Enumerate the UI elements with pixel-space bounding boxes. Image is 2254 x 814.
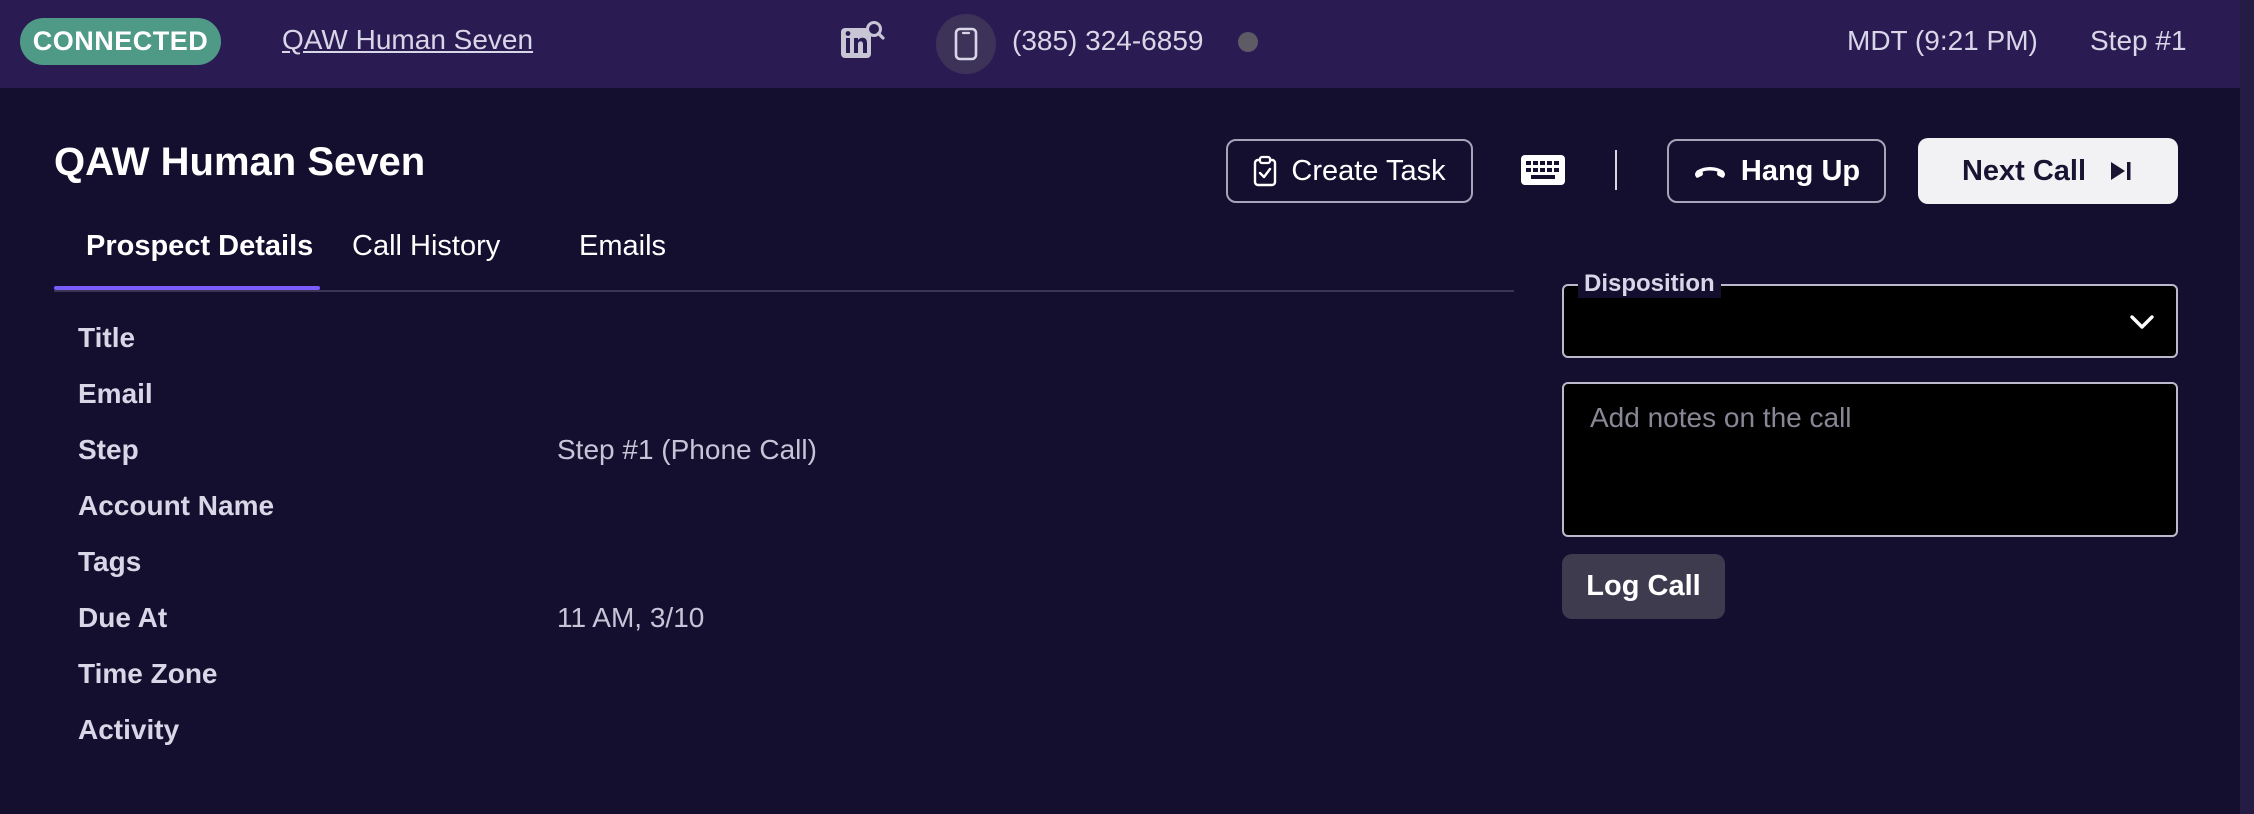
chevron-down-icon: [2130, 315, 2154, 329]
detail-row-activity: Activity: [78, 708, 978, 764]
detail-label: Tags: [78, 546, 142, 577]
call-status-dot: [1238, 32, 1258, 52]
window-edge: [2240, 0, 2254, 814]
prospect-timezone: MDT (9:21 PM): [1847, 25, 2038, 56]
detail-row-account-name: Account Name: [78, 484, 978, 540]
hang-up-button[interactable]: Hang Up: [1667, 139, 1886, 203]
phone-device-button[interactable]: [936, 14, 996, 74]
tab-prospect-details[interactable]: Prospect Details: [86, 230, 313, 263]
prospect-name-link[interactable]: QAW Human Seven: [282, 24, 533, 56]
top-bar: CONNECTED QAW Human Seven (385) 324-6859…: [0, 0, 2254, 88]
toolbar-divider: [1615, 150, 1617, 190]
clipboard-check-icon: [1254, 155, 1277, 187]
detail-label: Email: [78, 378, 153, 409]
hang-up-icon: [1694, 167, 1725, 178]
mobile-phone-icon: [954, 27, 978, 61]
disposition-label: Disposition: [1578, 270, 1721, 298]
detail-row-step: Step Step #1 (Phone Call): [78, 428, 978, 484]
detail-label: Due At: [78, 602, 168, 633]
tab-emails[interactable]: Emails: [579, 230, 666, 263]
page-title: QAW Human Seven: [54, 140, 426, 184]
connection-status-badge: CONNECTED: [20, 18, 221, 65]
skip-next-icon: [2111, 162, 2131, 180]
next-call-button[interactable]: Next Call: [1918, 138, 2178, 204]
detail-label: Title: [78, 322, 136, 353]
detail-row-email: Email: [78, 372, 978, 428]
detail-label: Step: [78, 434, 139, 465]
detail-row-tags: Tags: [78, 540, 978, 596]
next-call-label: Next Call: [1961, 154, 2087, 187]
current-step: Step #1: [2090, 25, 2187, 56]
detail-row-time-zone: Time Zone: [78, 652, 978, 708]
log-call-button[interactable]: Log Call: [1562, 554, 1725, 619]
detail-value: Step #1 (Phone Call): [557, 434, 817, 465]
tabs-divider: [54, 290, 1514, 292]
create-task-button[interactable]: Create Task: [1226, 139, 1473, 203]
prospect-details-list: Title Email Step Step #1 (Phone Call) Ac…: [78, 316, 978, 764]
call-notes-input[interactable]: [1562, 382, 2178, 537]
phone-number: (385) 324-6859: [1012, 25, 1204, 56]
detail-label: Account Name: [78, 490, 275, 521]
hang-up-label: Hang Up: [1740, 154, 1861, 187]
detail-value: 11 AM, 3/10: [557, 602, 705, 633]
detail-label: Activity: [78, 714, 180, 745]
detail-row-due-at: Due At 11 AM, 3/10: [78, 596, 978, 652]
detail-tabs: Prospect Details Call History Emails: [54, 220, 1514, 292]
disposition-select[interactable]: Disposition: [1562, 270, 2178, 358]
detail-row-title: Title: [78, 316, 978, 372]
tab-call-history[interactable]: Call History: [352, 230, 500, 263]
linkedin-search-icon[interactable]: [838, 18, 886, 62]
keyboard-icon[interactable]: [1520, 152, 1566, 188]
detail-label: Time Zone: [78, 658, 218, 689]
create-task-label: Create Task: [1291, 154, 1446, 187]
